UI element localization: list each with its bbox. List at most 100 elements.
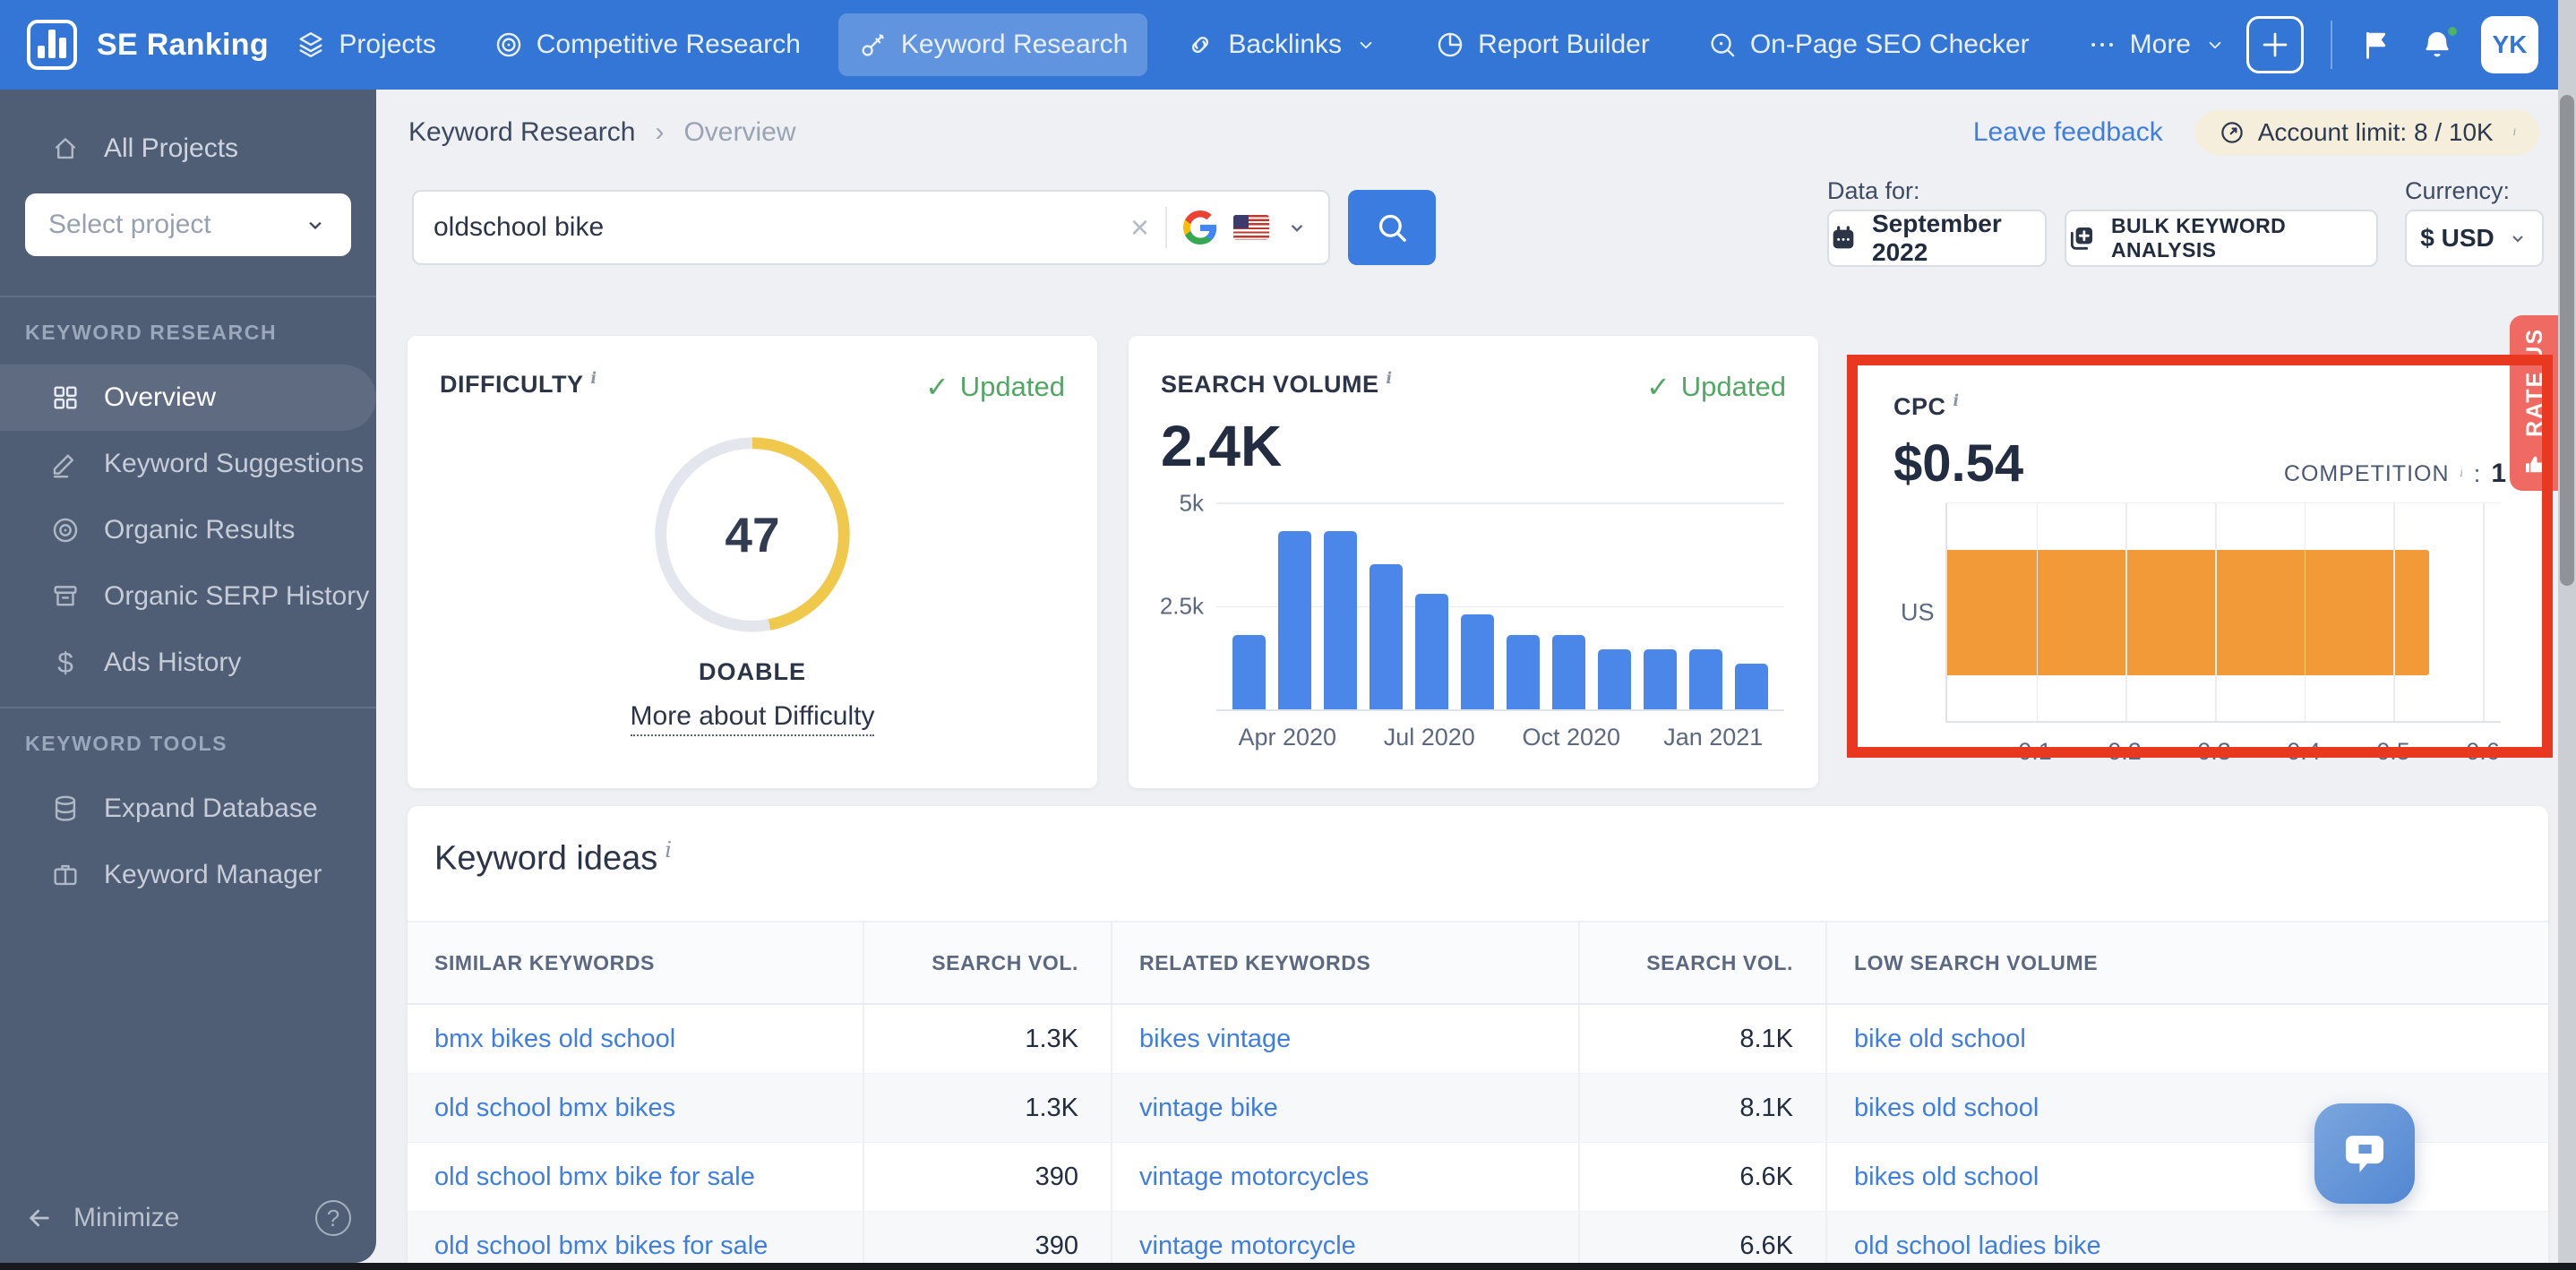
breadcrumb-keyword-research[interactable]: Keyword Research <box>408 117 635 148</box>
dollar-icon: $ <box>50 647 81 680</box>
info-icon[interactable]: i <box>2460 468 2463 479</box>
search-button[interactable] <box>1348 190 1436 265</box>
gauge-icon <box>2219 119 2245 146</box>
breadcrumb-overview: Overview <box>683 117 795 148</box>
scrollbar-thumb[interactable] <box>2560 95 2574 586</box>
more-about-difficulty-link[interactable]: More about Difficulty <box>631 701 875 736</box>
nav-item-report-builder[interactable]: Report Builder <box>1415 13 1670 76</box>
search-vol-value: 1.3K <box>1025 1094 1078 1123</box>
nav-item-onpage-seo-checker[interactable]: On-Page SEO Checker <box>1687 13 2049 76</box>
column-header-low-search-volume[interactable]: LOW SEARCH VOLUME <box>1827 922 2548 1003</box>
keyword-link[interactable]: old school bmx bike for sale <box>434 1163 755 1192</box>
keyword-link[interactable]: bikes old school <box>1854 1163 2039 1192</box>
key-icon <box>858 30 889 60</box>
related-search-vol-cell: 8.1K <box>1580 1074 1827 1142</box>
keyword-ideas-table: SIMILAR KEYWORDS SEARCH VOL. RELATED KEY… <box>408 921 2548 1263</box>
nav-item-more[interactable]: More <box>2067 13 2246 76</box>
cpc-bar <box>1947 550 2429 675</box>
brand-area[interactable]: SE Ranking <box>27 20 276 70</box>
table-row: old school bmx bike for sale390vintage m… <box>408 1143 2548 1212</box>
scrollbar-track[interactable] <box>2558 0 2576 1270</box>
help-button[interactable]: ? <box>315 1200 351 1236</box>
google-logo-icon[interactable] <box>1183 210 1217 245</box>
keyword-link[interactable]: old school bmx bikes for sale <box>434 1231 768 1261</box>
keyword-link[interactable]: old school ladies bike <box>1854 1231 2101 1261</box>
related-keyword-cell: vintage motorcycle <box>1112 1212 1580 1263</box>
notifications-button[interactable] <box>2420 28 2454 62</box>
search-vol-value: 6.6K <box>1739 1231 1793 1261</box>
sidebar-item-ads-history[interactable]: $ Ads History <box>0 630 376 696</box>
sv-xtick-label: Jan 2021 <box>1663 724 1763 751</box>
keyword-link[interactable]: old school bmx bikes <box>434 1094 675 1123</box>
flag-icon[interactable] <box>2359 28 2393 62</box>
sidebar-item-keyword-manager[interactable]: Keyword Manager <box>0 842 376 908</box>
breadcrumb: Keyword Research › Overview <box>408 117 795 148</box>
avatar[interactable]: YK <box>2481 16 2538 73</box>
minimize-button[interactable]: Minimize <box>25 1203 179 1233</box>
info-icon[interactable]: i <box>590 370 597 388</box>
similar-keyword-cell: old school bmx bike for sale <box>408 1143 864 1211</box>
sidebar-item-overview[interactable]: Overview <box>0 365 376 431</box>
sv-bar <box>1735 664 1768 709</box>
sidebar-list-keyword-research: Overview Keyword Suggestions Organic Res… <box>0 365 376 696</box>
info-icon[interactable]: i <box>1953 392 1960 410</box>
clear-input-icon[interactable]: × <box>1130 211 1149 244</box>
table-header-row: SIMILAR KEYWORDS SEARCH VOL. RELATED KEY… <box>408 921 2548 1005</box>
competition-colon: : <box>2474 460 2481 488</box>
cpc-xtick-label: 0.5 <box>2376 738 2410 766</box>
column-header-similar-keywords[interactable]: SIMILAR KEYWORDS <box>408 922 864 1003</box>
rate-us-tab[interactable]: RATE US <box>2510 315 2560 491</box>
nav-item-competitive-research[interactable]: Competitive Research <box>474 13 820 76</box>
keyword-link[interactable]: bikes vintage <box>1139 1025 1291 1054</box>
search-volume-plot: 5k2.5k <box>1216 502 1784 711</box>
info-icon[interactable]: i <box>665 837 672 862</box>
keyword-link[interactable]: vintage motorcycle <box>1139 1231 1356 1261</box>
cpc-gridline <box>2393 503 2395 721</box>
info-icon: i <box>2513 127 2516 138</box>
sidebar-item-all-projects[interactable]: All Projects <box>0 122 376 176</box>
sv-bar <box>1689 649 1722 709</box>
check-icon: ✓ <box>925 370 949 404</box>
cpc-title: CPCi <box>1893 392 1960 421</box>
nav-item-projects[interactable]: Projects <box>276 13 455 76</box>
search-icon <box>1374 210 1410 245</box>
column-header-search-vol-1[interactable]: SEARCH VOL. <box>864 922 1112 1003</box>
date-picker-button[interactable]: September 2022 <box>1827 210 2047 267</box>
column-header-related-keywords[interactable]: RELATED KEYWORDS <box>1112 922 1580 1003</box>
keyword-link[interactable]: vintage bike <box>1139 1094 1278 1123</box>
keyword-link[interactable]: vintage motorcycles <box>1139 1163 1369 1192</box>
keyword-link[interactable]: bmx bikes old school <box>434 1025 675 1054</box>
select-project-dropdown[interactable]: Select project <box>25 193 351 256</box>
nav-item-keyword-research[interactable]: Keyword Research <box>838 13 1147 76</box>
sv-bar <box>1461 614 1494 709</box>
related-search-vol-cell: 6.6K <box>1580 1143 1827 1211</box>
info-icon[interactable]: i <box>1387 370 1393 388</box>
calendar-icon <box>1829 224 1858 253</box>
similar-search-vol-cell: 1.3K <box>864 1074 1112 1142</box>
difficulty-score: 47 <box>647 429 858 640</box>
chevron-down-icon[interactable] <box>1285 216 1309 239</box>
sidebar-item-organic-results[interactable]: Organic Results <box>0 497 376 563</box>
sidebar-item-expand-database[interactable]: Expand Database <box>0 776 376 842</box>
nav-item-backlinks[interactable]: Backlinks <box>1165 13 1397 76</box>
similar-keyword-cell: old school bmx bikes for sale <box>408 1212 864 1263</box>
column-header-search-vol-2[interactable]: SEARCH VOL. <box>1580 922 1827 1003</box>
database-icon <box>50 794 81 824</box>
cpc-gridline <box>2037 503 2039 721</box>
currency-select[interactable]: $ USD <box>2405 210 2544 267</box>
leave-feedback-link[interactable]: Leave feedback <box>1973 117 2163 148</box>
bulk-keyword-analysis-button[interactable]: BULK KEYWORD ANALYSIS <box>2065 210 2378 267</box>
sidebar-item-organic-serp-history[interactable]: Organic SERP History <box>0 563 376 630</box>
keyword-link[interactable]: bikes old school <box>1854 1094 2039 1123</box>
chat-widget-button[interactable] <box>2314 1103 2415 1204</box>
us-flag-icon[interactable] <box>1233 215 1269 240</box>
keyword-link[interactable]: bike old school <box>1854 1025 2026 1054</box>
sidebar-divider <box>0 296 376 297</box>
cpc-gridline <box>2305 503 2306 721</box>
cpc-chart: US 0.10.20.30.40.50.6 <box>1893 500 2506 768</box>
notification-dot <box>2445 24 2460 39</box>
sv-bar <box>1598 649 1631 709</box>
keyword-search-input[interactable] <box>434 212 1114 243</box>
sidebar-item-keyword-suggestions[interactable]: Keyword Suggestions <box>0 431 376 497</box>
add-button[interactable] <box>2246 16 2304 73</box>
